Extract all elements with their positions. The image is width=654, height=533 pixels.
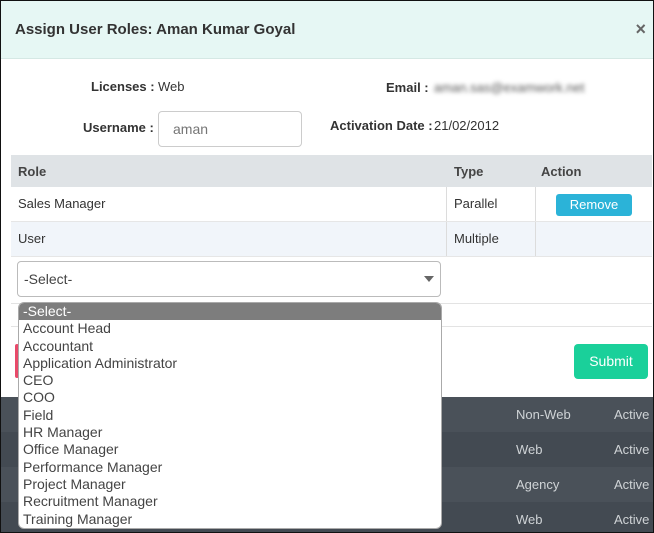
submit-button[interactable]: Submit bbox=[574, 344, 648, 379]
bg-license: Web bbox=[516, 442, 543, 457]
header-type: Type bbox=[454, 164, 484, 179]
bg-status: Active bbox=[614, 442, 650, 457]
dropdown-option[interactable]: Performance Manager bbox=[19, 459, 441, 476]
row-type: Multiple bbox=[454, 231, 499, 246]
row-role: Sales Manager bbox=[18, 196, 106, 211]
header-action: Action bbox=[541, 164, 582, 179]
bg-status: Active bbox=[614, 477, 650, 492]
dropdown-option[interactable]: COO bbox=[19, 389, 441, 406]
dropdown-option[interactable]: Training Manager bbox=[19, 511, 441, 528]
dropdown-option[interactable]: Recruitment Manager bbox=[19, 493, 441, 510]
table-row: Sales Manager Parallel Remove bbox=[11, 187, 652, 222]
licenses-label: Licenses : bbox=[91, 79, 155, 94]
dropdown-option[interactable]: CEO bbox=[19, 372, 441, 389]
modal-header: Assign User Roles: Aman Kumar Goyal × bbox=[1, 1, 653, 59]
remove-button[interactable]: Remove bbox=[556, 194, 632, 216]
column-divider bbox=[446, 187, 447, 221]
modal-title: Assign User Roles: Aman Kumar Goyal bbox=[15, 21, 296, 38]
bg-status: Active bbox=[614, 407, 650, 422]
activation-date-label: Activation Date : bbox=[330, 118, 433, 133]
table-row: User Multiple bbox=[11, 222, 652, 257]
row-type: Parallel bbox=[454, 196, 498, 211]
activation-date-value: 21/02/2012 bbox=[434, 118, 500, 133]
dropdown-option[interactable]: -Select- bbox=[19, 303, 441, 321]
chevron-down-icon bbox=[424, 276, 434, 282]
dropdown-option[interactable]: Accountant bbox=[19, 338, 441, 355]
assign-roles-modal: Assign User Roles: Aman Kumar Goyal × Li… bbox=[0, 0, 654, 533]
header-role: Role bbox=[18, 164, 47, 179]
email-value: aman.sas@examwork.net bbox=[434, 80, 585, 95]
column-divider bbox=[535, 187, 536, 221]
dropdown-option[interactable]: Office Manager bbox=[19, 441, 441, 458]
username-input[interactable] bbox=[158, 111, 302, 147]
bg-license: Web bbox=[516, 512, 543, 527]
dropdown-option[interactable]: HR Manager bbox=[19, 424, 441, 441]
role-select-value: -Select- bbox=[24, 271, 73, 287]
close-icon[interactable]: × bbox=[635, 20, 646, 38]
bg-status: Active bbox=[614, 512, 650, 527]
row-role: User bbox=[18, 231, 46, 246]
dropdown-option[interactable]: Project Manager bbox=[19, 476, 441, 493]
column-divider bbox=[535, 222, 536, 256]
username-label: Username : bbox=[83, 120, 154, 135]
bg-license: Agency bbox=[516, 477, 560, 492]
dropdown-option[interactable]: Account Head bbox=[19, 320, 441, 337]
email-label: Email : bbox=[386, 80, 429, 95]
bg-license: Non-Web bbox=[516, 407, 571, 422]
column-divider bbox=[446, 222, 447, 256]
dropdown-option[interactable]: Application Administrator bbox=[19, 355, 441, 372]
table-header: Role Type Action bbox=[11, 155, 652, 187]
dropdown-option[interactable]: Field bbox=[19, 407, 441, 424]
licenses-value: Web bbox=[158, 79, 185, 94]
role-dropdown-list: -Select- Account Head Accountant Applica… bbox=[18, 302, 442, 529]
role-select[interactable]: -Select- bbox=[17, 261, 441, 297]
